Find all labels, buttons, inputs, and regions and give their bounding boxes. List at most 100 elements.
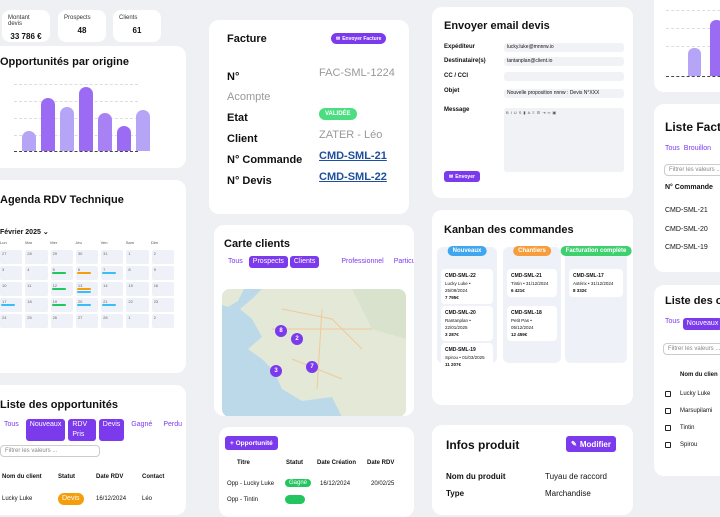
kanban-card-item[interactable]: CMD-SML-19 Spirou • 01/03/2025 11 207€ — [441, 343, 493, 371]
tab-tous[interactable]: Tous — [224, 256, 247, 268]
chart-bar[interactable] — [22, 130, 36, 151]
highlight-icon[interactable]: ▮ — [523, 110, 525, 115]
list-item[interactable]: CMD-SML-19 — [665, 244, 708, 251]
calendar-day[interactable]: 27 — [75, 314, 99, 328]
calendar-day[interactable]: 23 — [151, 298, 174, 312]
bold-icon[interactable]: B — [506, 110, 509, 115]
color-icon[interactable]: A — [528, 110, 531, 115]
calendar-event[interactable] — [76, 304, 91, 306]
image-icon[interactable]: ▣ — [552, 110, 556, 115]
subject-field[interactable]: Nouvelle proposition nnnw : Devis N°XXX — [504, 89, 624, 98]
tab-particulier[interactable]: Particulier — [390, 256, 414, 268]
calendar-event[interactable] — [51, 288, 66, 290]
calendar-day[interactable]: 22 — [126, 298, 149, 312]
chart-bar[interactable] — [136, 110, 150, 151]
map-marker[interactable]: 7 — [306, 361, 318, 373]
calendar-day[interactable]: 30 — [75, 250, 99, 264]
tab-gagné[interactable]: Gagné — [127, 419, 156, 441]
tab-brouillon[interactable]: Brouillon — [684, 145, 711, 152]
calendar-day[interactable]: 26 — [50, 314, 73, 328]
tab-professionnel[interactable]: Professionnel — [337, 256, 387, 268]
calendar-day[interactable]: 13 — [75, 282, 99, 296]
cc-field[interactable] — [504, 72, 624, 81]
right-opp-filter-input[interactable]: Filtrer les valeurs ... — [663, 343, 720, 355]
kanban-card-item[interactable]: CMD-SML-18 Petit Pas • 05/12/2024 12 459€ — [507, 306, 557, 341]
link-icon[interactable]: ∞ — [548, 110, 551, 115]
calendar-day[interactable]: 24 — [0, 314, 23, 328]
calendar-event[interactable] — [76, 288, 91, 290]
devis-link[interactable]: CMD-SML-22 — [319, 171, 387, 183]
row-checkbox[interactable] — [665, 425, 671, 431]
from-field[interactable]: lucky.luke@mnnrw.io — [504, 43, 624, 52]
calendar-day[interactable]: 3 — [0, 266, 23, 280]
calendar-day[interactable]: 19 — [50, 298, 73, 312]
calendar-event[interactable] — [102, 272, 117, 274]
calendar-day[interactable]: 16 — [151, 282, 174, 296]
list-item[interactable]: Lucky Luke — [665, 391, 710, 397]
tab-tous[interactable]: Tous — [665, 145, 680, 152]
calendar-event[interactable] — [102, 304, 117, 306]
commande-link[interactable]: CMD-SML-21 — [319, 150, 387, 162]
tab-devis[interactable]: Devis — [98, 419, 125, 441]
kanban-card-item[interactable]: CMD-SML-21 Tintin • 31/12/2024 6 421€ — [507, 269, 557, 297]
invoice-filter-input[interactable]: Filtrer les valeurs ... — [664, 164, 720, 176]
tab-nouveaux[interactable]: Nouveaux — [682, 318, 720, 330]
calendar-day[interactable]: 2 — [151, 314, 174, 328]
list-item[interactable]: Spirou — [665, 442, 697, 448]
calendar-day[interactable]: 10 — [0, 282, 23, 296]
chart-bar[interactable] — [117, 126, 131, 151]
map-marker[interactable]: 3 — [270, 365, 282, 377]
calendar-day[interactable]: 5 — [50, 266, 73, 280]
calendar-day[interactable]: 9 — [151, 266, 174, 280]
map-marker[interactable]: 8 — [275, 325, 287, 337]
chart-bar[interactable] — [98, 112, 112, 151]
calendar-day[interactable]: 1 — [126, 250, 149, 264]
strike-icon[interactable]: S — [519, 110, 522, 115]
tab-tous[interactable]: Tous — [0, 419, 23, 441]
tab-rdv-pris[interactable]: RDV Pris — [68, 419, 96, 441]
calendar-day[interactable]: 20 — [75, 298, 99, 312]
italic-icon[interactable]: I — [511, 110, 512, 115]
opp-filter-input[interactable]: Filtrer les valeurs ... — [0, 445, 100, 457]
calendar-day[interactable]: 25 — [25, 314, 48, 328]
indent-icon[interactable]: ⇥ — [542, 110, 545, 115]
calendar-day[interactable]: 28 — [101, 314, 124, 328]
calendar-day[interactable]: 27 — [0, 250, 23, 264]
calendar-day[interactable]: 28 — [25, 250, 48, 264]
map-marker[interactable]: 2 — [291, 333, 303, 345]
tab-tous[interactable]: Tous — [665, 318, 680, 330]
chart-bar[interactable] — [60, 106, 74, 151]
calendar-day[interactable]: 15 — [126, 282, 149, 296]
send-email-button[interactable]: ✉ Envoyer — [444, 171, 480, 182]
calendar-event[interactable] — [76, 272, 91, 274]
chart-bar[interactable] — [79, 87, 93, 151]
list-item[interactable]: Marsupilami — [665, 408, 712, 414]
list-icon[interactable]: ☰ — [537, 110, 541, 115]
list-item[interactable]: CMD-SML-20 — [665, 226, 708, 233]
calendar-event[interactable] — [1, 304, 15, 306]
kanban-card-item[interactable]: CMD-SML-20 Rantanplan • 22/01/2025 3 287€ — [441, 306, 493, 341]
table-row[interactable]: Lucky Luke Devis 16/12/2024 Léo — [2, 493, 178, 505]
calendar-day[interactable]: 14 — [101, 282, 124, 296]
row-checkbox[interactable] — [665, 408, 671, 414]
calendar-day[interactable]: 31 — [101, 250, 124, 264]
list-item[interactable]: Tintin — [665, 425, 694, 431]
add-opportunity-button[interactable]: + Opportunité — [225, 436, 278, 450]
month-selector[interactable]: Février 2025 ⌄ — [0, 228, 49, 236]
calendar-event[interactable] — [51, 304, 66, 306]
underline-icon[interactable]: U — [514, 110, 517, 115]
kanban-card-item[interactable]: CMD-SML-22 Lucky Luke • 25/09/2024 7 795€ — [441, 269, 493, 304]
row-checkbox[interactable] — [665, 391, 671, 397]
message-editor[interactable]: B I U S ▮ A ≡ ☰ ⇥ ∞ ▣ — [504, 108, 624, 172]
to-field[interactable]: tantanplan@client.io — [504, 57, 624, 66]
kanban-card-item[interactable]: CMD-SML-17 Astérix • 31/12/2024 8 332€ — [569, 269, 623, 297]
tab-prospects[interactable]: Prospects — [248, 256, 288, 268]
calendar-day[interactable]: 12 — [50, 282, 73, 296]
tab-perdu[interactable]: Perdu — [159, 419, 186, 441]
calendar-day[interactable]: 7 — [101, 266, 124, 280]
calendar-event[interactable] — [76, 291, 91, 293]
calendar-day[interactable]: 11 — [25, 282, 48, 296]
chart-bar[interactable] — [41, 98, 55, 151]
calendar-day[interactable]: 2 — [151, 250, 174, 264]
calendar-day[interactable]: 21 — [101, 298, 124, 312]
